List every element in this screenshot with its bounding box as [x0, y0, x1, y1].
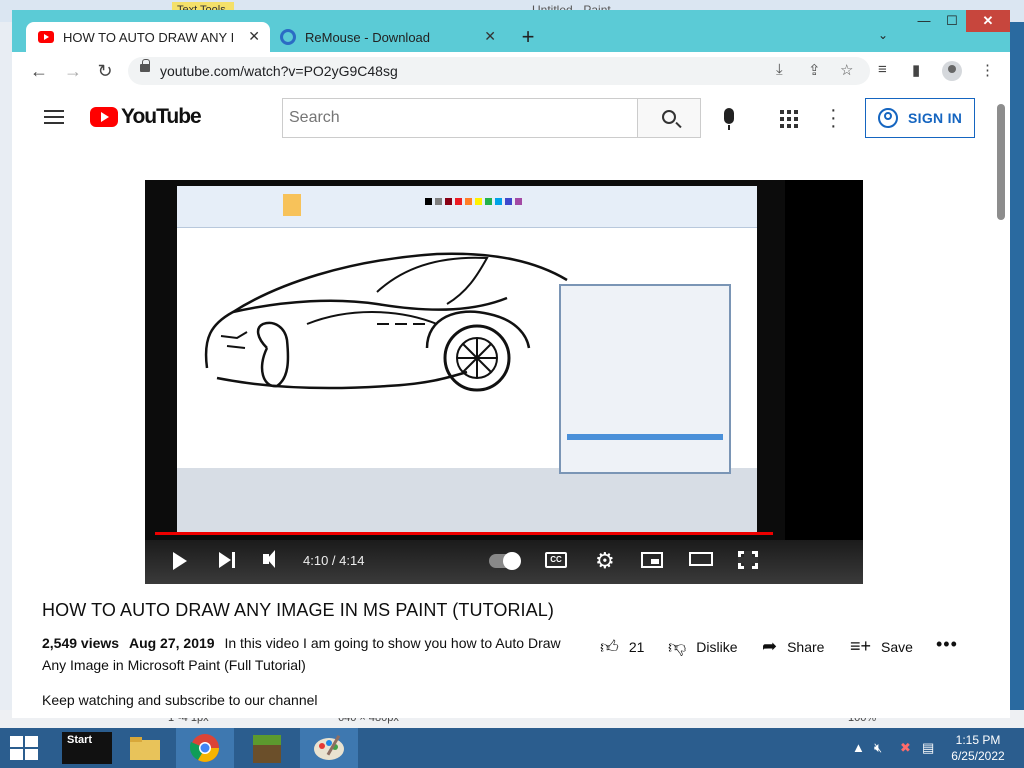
video-content-paint — [177, 186, 757, 532]
share-page-icon[interactable]: ⇪ — [808, 61, 821, 79]
tab-search-button[interactable]: ⌄ — [878, 28, 888, 42]
scrollbar-thumb[interactable] — [997, 104, 1005, 220]
tab-strip: HOW TO AUTO DRAW ANY IMAGE IN MS PAINT (… — [12, 10, 1010, 52]
page-scrollbar[interactable] — [992, 90, 1010, 718]
video-progress-bar[interactable] — [155, 532, 773, 535]
chrome-window: HOW TO AUTO DRAW ANY IMAGE IN MS PAINT (… — [12, 10, 1010, 718]
paint-left-edge — [0, 22, 12, 722]
thumbs-up-icon: 👍︎ — [600, 637, 619, 657]
video-remouse-dialog — [559, 284, 731, 474]
video-description[interactable]: 2,549 views Aug 27, 2019 In this video I… — [42, 632, 587, 676]
chrome-app-icon[interactable] — [176, 728, 234, 768]
playlist-add-icon: ≡+ — [850, 636, 872, 656]
tray-expand-icon[interactable]: ▲ — [852, 740, 865, 755]
lock-icon[interactable] — [140, 59, 150, 72]
thumbs-down-icon: 👎︎ — [668, 637, 687, 657]
settings-kebab-icon[interactable]: · · · — [830, 100, 837, 136]
tab-youtube[interactable]: HOW TO AUTO DRAW ANY IMAGE IN MS PAINT (… — [26, 22, 270, 52]
search-icon — [662, 110, 676, 124]
volume-icon[interactable] — [263, 550, 275, 568]
account-icon — [878, 108, 898, 128]
gear-icon[interactable]: ⚙ — [595, 550, 615, 572]
video-frame[interactable] — [145, 180, 785, 540]
network-error-icon[interactable]: ✖ — [900, 740, 911, 756]
miniplayer-icon[interactable] — [641, 552, 663, 568]
new-tab-button[interactable]: + — [516, 24, 540, 50]
close-window-button[interactable]: ✕ — [966, 10, 1010, 32]
like-button[interactable]: 👍︎ 21 — [600, 636, 644, 658]
side-panel-icon[interactable]: ▮ — [912, 61, 920, 79]
share-arrow-icon: ➦ — [762, 636, 778, 656]
captions-icon[interactable]: CC — [545, 552, 567, 568]
video-paint-canvas-area — [177, 468, 757, 532]
bookmark-star-icon[interactable]: ☆ — [840, 61, 853, 79]
install-icon[interactable]: ⤓ — [776, 61, 783, 78]
file-explorer-icon[interactable] — [116, 728, 174, 768]
youtube-favicon-icon — [38, 31, 54, 43]
youtube-page: YouTube ··· SIGN IN — [12, 90, 1010, 718]
save-button[interactable]: ≡+ Save — [850, 636, 913, 657]
video-title: HOW TO AUTO DRAW ANY IMAGE IN MS PAINT (… — [42, 600, 554, 620]
start-button[interactable]: Start — [62, 732, 112, 764]
address-bar[interactable]: youtube.com/watch?v=PO2yG9C48sg ⤓ ⇪ ☆ — [128, 57, 870, 85]
autoplay-toggle[interactable] — [489, 552, 521, 570]
maximize-button[interactable]: ☐ — [938, 10, 966, 32]
profile-avatar-icon[interactable] — [942, 61, 962, 81]
youtube-header: YouTube ··· SIGN IN — [12, 90, 992, 146]
next-video-icon[interactable] — [219, 552, 235, 568]
microphone-icon[interactable] — [724, 108, 734, 130]
clock-date: 6/25/2022 — [951, 749, 1005, 763]
dislike-label: Dislike — [696, 639, 738, 655]
video-paint-ribbon — [177, 186, 757, 228]
url-text[interactable]: youtube.com/watch?v=PO2yG9C48sg — [160, 63, 398, 79]
back-arrow-icon[interactable]: ← — [28, 60, 50, 82]
sign-in-label: SIGN IN — [908, 110, 963, 126]
youtube-logo-icon[interactable] — [90, 107, 118, 127]
clock-time: 1:15 PM — [955, 733, 1001, 747]
save-label: Save — [881, 638, 913, 655]
upload-date: Aug 27, 2019 — [128, 635, 215, 651]
minecraft-app-icon[interactable] — [238, 728, 296, 768]
windows-taskbar: Start ▲ 🔇︎ ✖ ▤ 1:15 PM 6/25/2022 — [0, 728, 1024, 768]
tab-title: ReMouse - Download — [305, 29, 431, 45]
description-line-2: Keep watching and subscribe to our chann… — [42, 692, 318, 708]
view-count: 2,549 views — [42, 635, 120, 651]
play-icon[interactable] — [173, 552, 187, 570]
player-controls: 4:10 / 4:14 CC ⚙ — [145, 540, 863, 584]
windows-logo-icon[interactable] — [10, 736, 38, 760]
share-button[interactable]: ➦ Share — [762, 636, 824, 657]
video-player[interactable]: 4:10 / 4:14 CC ⚙ — [145, 180, 863, 584]
speaker-muted-icon[interactable]: 🔇︎ — [874, 740, 882, 756]
share-label: Share — [787, 638, 825, 655]
fullscreen-icon[interactable] — [738, 551, 758, 569]
tab-close-icon[interactable]: ✕ — [248, 28, 260, 45]
forward-arrow-icon[interactable]: → — [62, 60, 84, 82]
system-clock[interactable]: 1:15 PM 6/25/2022 — [948, 732, 1008, 764]
like-count: 21 — [628, 639, 645, 655]
reload-icon[interactable]: ↻ — [94, 60, 116, 82]
youtube-logo-text[interactable]: YouTube — [121, 105, 202, 129]
dislike-button[interactable]: 👎︎ Dislike — [668, 636, 738, 658]
remouse-favicon-icon — [280, 29, 296, 45]
apps-grid-icon[interactable] — [780, 110, 798, 128]
browser-toolbar: ← → ↻ youtube.com/watch?v=PO2yG9C48sg ⤓ … — [12, 52, 1010, 90]
theater-mode-icon[interactable] — [689, 552, 713, 566]
paint-app-icon[interactable] — [300, 728, 358, 768]
video-time: 4:10 / 4:14 — [303, 553, 365, 568]
menu-hamburger-icon[interactable] — [44, 110, 64, 124]
action-center-icon[interactable]: ▤ — [922, 740, 934, 756]
description-text: In this video I am going to show you how… — [42, 635, 561, 673]
tab-remouse[interactable]: ReMouse - Download ✕ — [270, 22, 506, 52]
chrome-menu-icon[interactable]: ⋮ — [980, 61, 995, 79]
sign-in-button[interactable]: SIGN IN — [865, 98, 975, 138]
search-input[interactable] — [282, 98, 638, 138]
media-control-icon[interactable]: ≡ — [878, 61, 887, 78]
search-button[interactable] — [637, 98, 701, 138]
tab-close-icon[interactable]: ✕ — [484, 28, 496, 45]
more-actions-icon[interactable]: ••• — [936, 634, 958, 655]
minimize-button[interactable]: — — [910, 10, 938, 32]
tab-title: HOW TO AUTO DRAW ANY IMAGE IN MS PAINT (… — [63, 29, 233, 45]
